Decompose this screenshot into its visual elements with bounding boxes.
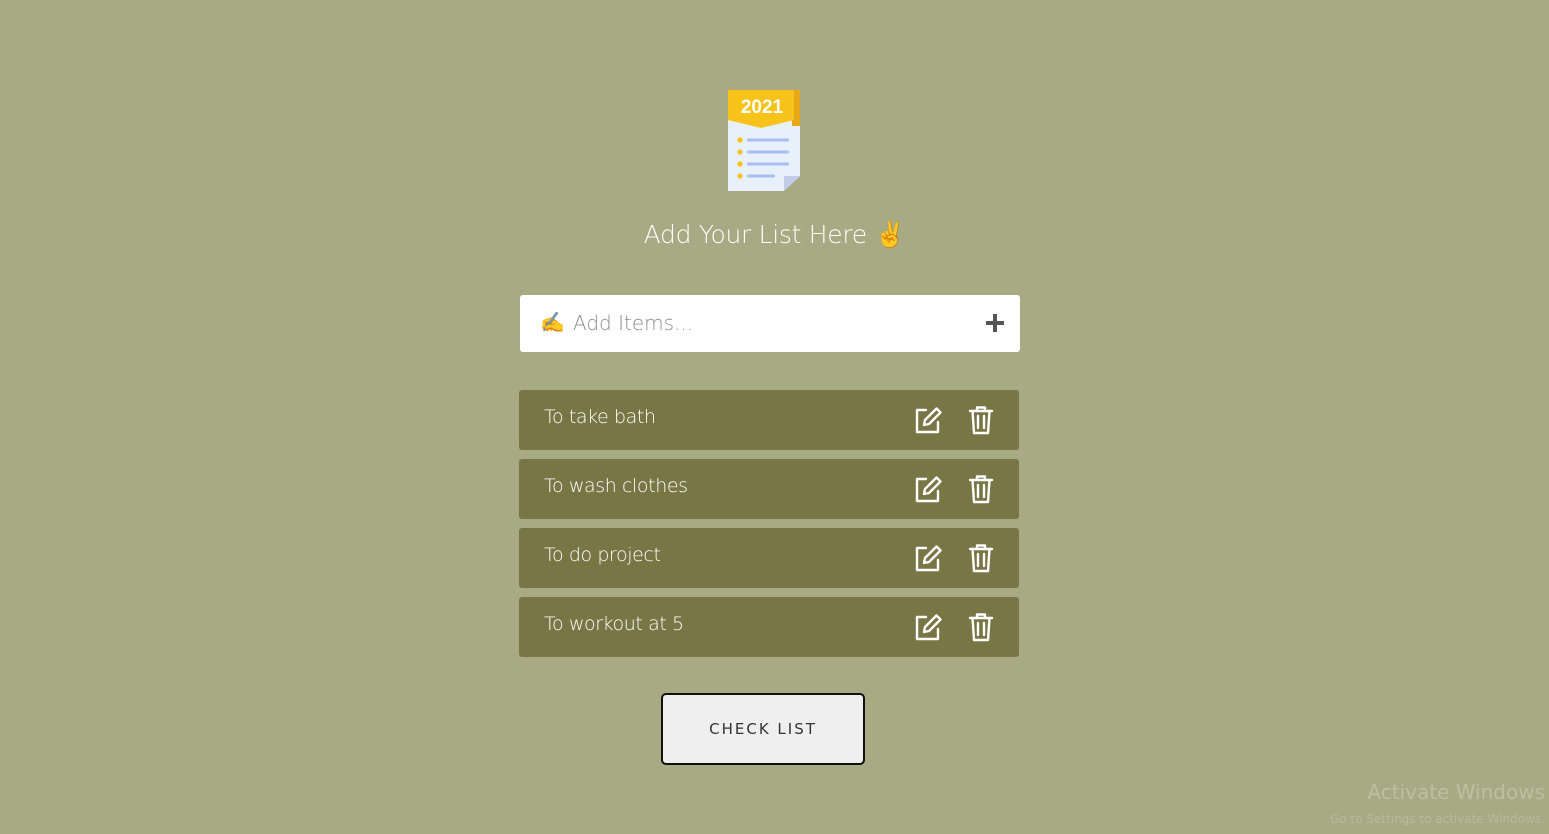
list-item-label: To take bath: [544, 406, 656, 428]
check-list-button[interactable]: CHECK LIST: [661, 693, 865, 765]
logo-year: 2021: [741, 97, 784, 118]
edit-icon[interactable]: [913, 543, 943, 573]
list-item: To take bath: [519, 390, 1019, 450]
edit-icon[interactable]: [913, 405, 943, 435]
trash-icon[interactable]: [968, 543, 994, 573]
trash-icon[interactable]: [968, 612, 994, 642]
list-item: To wash clothes: [519, 459, 1019, 519]
edit-icon[interactable]: [913, 612, 943, 642]
trash-icon[interactable]: [968, 405, 994, 435]
add-item-bar: ✍️: [520, 295, 1020, 352]
list-item-label: To do project: [544, 544, 661, 566]
trash-icon[interactable]: [968, 474, 994, 504]
victory-hand-emoji: ✌️: [874, 220, 906, 249]
page-title: Add Your List Here ✌️: [0, 220, 1549, 250]
writing-hand-icon: ✍️: [540, 312, 565, 334]
activate-windows-watermark: Activate Windows: [1367, 780, 1545, 804]
list-item-label: To workout at 5: [544, 613, 684, 635]
list-item: To workout at 5: [519, 597, 1019, 657]
list-item: To do project: [519, 528, 1019, 588]
add-item-input[interactable]: [573, 305, 953, 341]
page-title-text: Add Your List Here: [643, 220, 868, 249]
todo-list: To take bath To wash clothes To do proje…: [519, 390, 1019, 666]
app-root: 2021 Add Your List Here ✌️ ✍️ To take ba…: [0, 0, 1549, 834]
activate-windows-subtitle: Go to Settings to activate Windows.: [1330, 812, 1545, 826]
edit-icon[interactable]: [913, 474, 943, 504]
plus-icon[interactable]: [982, 310, 1008, 336]
list-item-label: To wash clothes: [544, 475, 688, 497]
checklist-icon: 2021: [728, 90, 800, 191]
